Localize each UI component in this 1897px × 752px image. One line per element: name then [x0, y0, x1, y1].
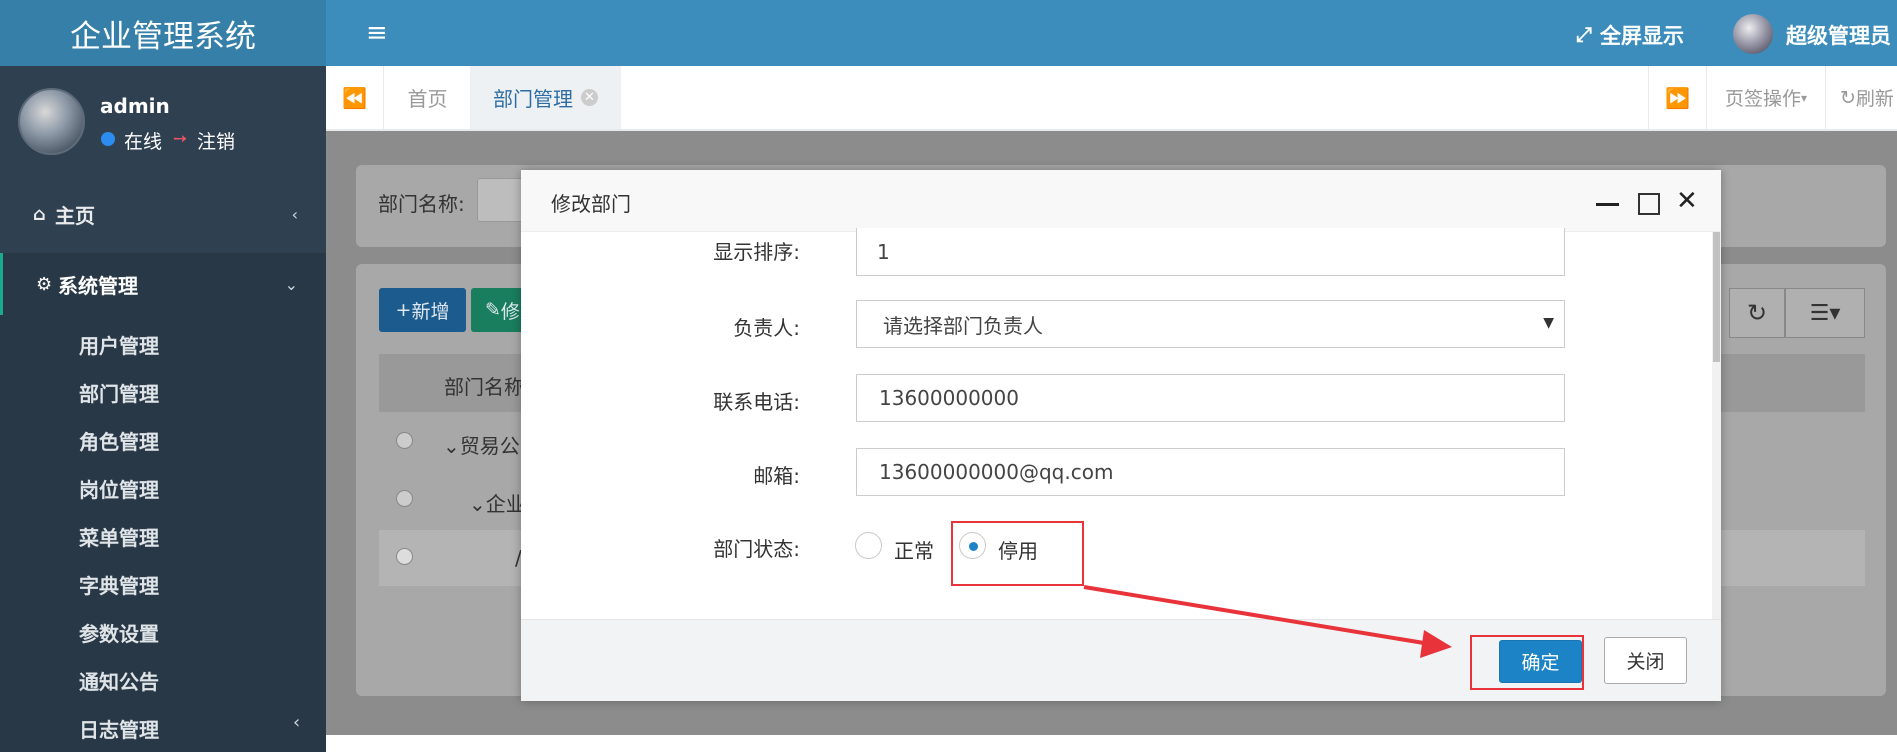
- status-normal-radio[interactable]: [855, 532, 882, 559]
- tab-scroll-left-button[interactable]: ⏪: [326, 66, 384, 129]
- scrollbar-thumb[interactable]: [1713, 232, 1720, 362]
- chevron-left-icon: ‹: [293, 712, 301, 733]
- admin-name[interactable]: 超级管理员: [1786, 20, 1891, 50]
- table-row[interactable]: ⌄企业: [469, 488, 526, 517]
- row-radio-selected[interactable]: [396, 548, 413, 565]
- sidebar-item-departments[interactable]: 部门管理: [79, 378, 159, 407]
- row-radio[interactable]: [396, 432, 413, 449]
- highlight-box-confirm: [1470, 635, 1584, 690]
- sidebar-item-home[interactable]: ⌂ 主页 ‹: [0, 183, 326, 245]
- edit-icon: ✎: [485, 299, 501, 321]
- phone-input[interactable]: 13600000000: [856, 374, 1565, 422]
- list-icon: ☰▾: [1809, 300, 1841, 326]
- sidebar-item-users[interactable]: 用户管理: [79, 330, 159, 359]
- refresh-icon: ↻: [1840, 86, 1856, 109]
- tab-refresh-button[interactable]: ↻ 刷新: [1825, 66, 1897, 129]
- footer-strip: [326, 735, 1897, 752]
- phone-label: 联系电话:: [713, 390, 800, 414]
- tab-operations-dropdown[interactable]: 页签操作 ▾: [1706, 66, 1825, 129]
- chevron-left-icon: ‹: [291, 204, 298, 224]
- double-chevron-right-icon: ⏩: [1665, 85, 1690, 110]
- online-status-icon: [101, 132, 115, 146]
- fullscreen-button[interactable]: 全屏显示: [1600, 20, 1684, 50]
- modal-title: 修改部门: [551, 192, 631, 216]
- close-icon[interactable]: ✕: [581, 89, 598, 106]
- plus-icon: +: [395, 299, 412, 321]
- user-avatar: [18, 88, 85, 155]
- tab-refresh-label: 刷新: [1855, 88, 1894, 110]
- tab-label: 部门管理: [493, 87, 573, 111]
- status-label: 部门状态:: [713, 537, 800, 561]
- caret-down-icon: ▼: [1543, 315, 1554, 331]
- row-label: 企业: [485, 492, 526, 516]
- sidebar-item-system[interactable]: ⚙ 系统管理 ⌄: [0, 253, 326, 315]
- sidebar-item-posts[interactable]: 岗位管理: [79, 474, 159, 503]
- leader-select-value: 请选择部门负责人: [883, 313, 1043, 338]
- refresh-icon: ↻: [1746, 299, 1768, 327]
- sidebar-item-params[interactable]: 参数设置: [79, 618, 159, 647]
- header-avatar[interactable]: [1733, 14, 1773, 54]
- chevron-down-icon: ⌄: [443, 434, 460, 458]
- sidebar-item-menus[interactable]: 菜单管理: [79, 522, 159, 551]
- highlight-box-status: [951, 521, 1084, 586]
- email-input[interactable]: 13600000000@qq.com: [856, 448, 1565, 496]
- tab-scroll-right-button[interactable]: ⏩: [1648, 66, 1706, 129]
- app-logo-title: 企业管理系统: [0, 0, 326, 66]
- table-row[interactable]: ⌄贸易公: [443, 430, 520, 459]
- home-icon: ⌂: [33, 203, 46, 225]
- row-radio[interactable]: [396, 490, 413, 507]
- user-name: admin: [100, 94, 170, 118]
- tab-departments[interactable]: 部门管理 ✕: [470, 66, 621, 129]
- system-submenu: 用户管理 部门管理 角色管理 岗位管理 菜单管理 字典管理 参数设置 通知公告 …: [0, 315, 326, 752]
- sidebar-item-notices[interactable]: 通知公告: [79, 666, 159, 695]
- columns-toggle-button[interactable]: ☰▾: [1785, 288, 1865, 338]
- close-button[interactable]: 关闭: [1604, 637, 1687, 684]
- hamburger-icon[interactable]: ≡: [366, 18, 388, 48]
- status-normal-label[interactable]: 正常: [894, 535, 934, 564]
- leader-label: 负责人:: [733, 316, 800, 340]
- leader-select[interactable]: 请选择部门负责人 ▼: [856, 300, 1565, 348]
- sort-label: 显示排序:: [713, 240, 800, 264]
- maximize-icon[interactable]: [1638, 193, 1660, 215]
- tab-ops-label: 页签操作: [1724, 88, 1801, 110]
- sidebar-item-dictionary[interactable]: 字典管理: [79, 570, 159, 599]
- column-header-dept-name: 部门名称: [444, 375, 524, 399]
- edit-label: 修: [500, 300, 520, 323]
- online-status: 在线: [124, 131, 163, 153]
- logout-icon[interactable]: ➙: [173, 129, 187, 149]
- sidebar-item-label: 主页: [55, 203, 95, 228]
- gear-icon: ⚙: [36, 273, 53, 295]
- add-button[interactable]: + 新增: [379, 288, 466, 332]
- modal-header: [521, 170, 1721, 232]
- minimize-icon[interactable]: [1596, 203, 1619, 206]
- sort-input[interactable]: 1: [856, 228, 1565, 276]
- close-icon[interactable]: ✕: [1676, 186, 1698, 216]
- chevron-down-icon: ⌄: [469, 492, 486, 516]
- double-chevron-left-icon: ⏪: [342, 85, 367, 110]
- sidebar-item-roles[interactable]: 角色管理: [79, 426, 159, 455]
- fullscreen-icon[interactable]: ⤢: [1576, 22, 1592, 46]
- caret-down-icon: ▾: [1800, 90, 1808, 105]
- email-label: 邮箱:: [753, 464, 800, 488]
- search-label: 部门名称:: [378, 192, 465, 216]
- row-label: 贸易公: [459, 434, 520, 458]
- sidebar-item-label: 系统管理: [58, 273, 138, 298]
- sidebar-item-logs[interactable]: 日志管理: [79, 714, 159, 743]
- table-refresh-button[interactable]: ↻: [1729, 288, 1785, 338]
- chevron-down-icon: ⌄: [284, 274, 298, 294]
- logout-link[interactable]: 注销: [197, 127, 235, 154]
- add-label: 新增: [411, 300, 450, 323]
- tab-home[interactable]: 首页: [385, 66, 470, 129]
